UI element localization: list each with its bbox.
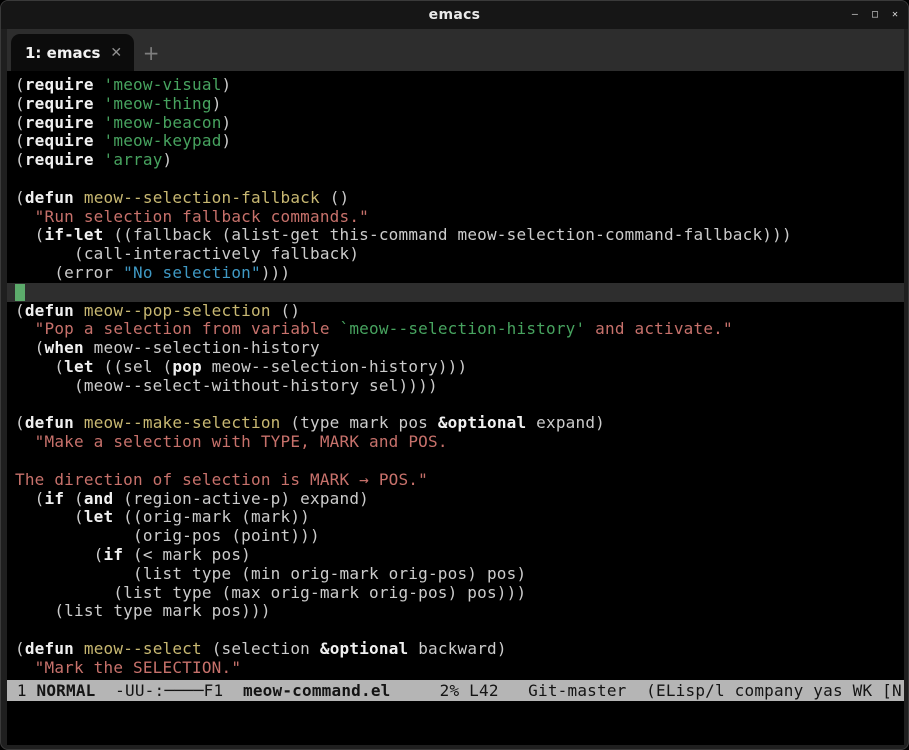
code-line: (orig-pos (point))) — [7, 527, 904, 546]
window-inner: 1: emacs ✕ + (require 'meow-visual)(requ… — [7, 29, 904, 745]
code-line: "Mark the SELECTION." — [7, 659, 904, 678]
new-tab-button[interactable]: + — [134, 34, 168, 71]
minimize-icon[interactable]: – — [852, 10, 858, 20]
code-line: (require 'meow-visual) — [7, 76, 904, 95]
code-line: (defun meow--select (selection &optional… — [7, 640, 904, 659]
code-line: The direction of selection is MARK → POS… — [7, 471, 904, 490]
code-line: "Pop a selection from variable `meow--se… — [7, 320, 904, 339]
code-line: (when meow--selection-history — [7, 339, 904, 358]
close-icon[interactable]: ✕ — [892, 10, 898, 20]
window-title: emacs — [429, 7, 481, 23]
code-line: (defun meow--pop-selection () — [7, 302, 904, 321]
code-line: (require 'meow-beacon) — [7, 114, 904, 133]
code-line: (list type (min orig-mark orig-pos) pos) — [7, 565, 904, 584]
code-line: (let ((sel (pop meow--selection-history)… — [7, 358, 904, 377]
code-line — [7, 452, 904, 471]
code-line: (let ((orig-mark (mark)) — [7, 508, 904, 527]
code-line: (error "No selection"))) — [7, 264, 904, 283]
code-line: (require 'array) — [7, 151, 904, 170]
code-line — [7, 396, 904, 415]
code-line: (if (< mark pos) — [7, 546, 904, 565]
titlebar[interactable]: emacs – □ ✕ — [1, 1, 908, 29]
code-line: "Run selection fallback commands." — [7, 208, 904, 227]
text-cursor — [15, 284, 25, 301]
code-line: (list type mark pos))) — [7, 602, 904, 621]
maximize-icon[interactable]: □ — [872, 10, 878, 20]
code-line: (defun meow--selection-fallback () — [7, 189, 904, 208]
code-line — [7, 621, 904, 640]
tab-close-icon[interactable]: ✕ — [110, 45, 122, 61]
code-line: (if-let ((fallback (alist-get this-comma… — [7, 226, 904, 245]
cursor-line — [7, 283, 904, 302]
code-line: (meow--select-without-history sel)))) — [7, 377, 904, 396]
code-line: "Make a selection with TYPE, MARK and PO… — [7, 433, 904, 452]
modeline[interactable]: 1 NORMAL -UU-:────F1 meow-command.el 2% … — [7, 680, 904, 701]
code-line: (require 'meow-thing) — [7, 95, 904, 114]
code-line: (if (and (region-active-p) expand) — [7, 490, 904, 509]
window-controls: – □ ✕ — [852, 1, 898, 29]
tab-label: 1: emacs — [25, 44, 100, 62]
tab-emacs[interactable]: 1: emacs ✕ — [11, 34, 134, 71]
tab-bar: 1: emacs ✕ + — [7, 29, 904, 71]
emacs-window: emacs – □ ✕ 1: emacs ✕ + (require 'meow-… — [0, 0, 909, 750]
code-line: (list type (max orig-mark orig-pos) pos)… — [7, 584, 904, 603]
code-line — [7, 170, 904, 189]
emacs-frame: (require 'meow-visual)(require 'meow-thi… — [7, 71, 904, 745]
minibuffer[interactable] — [7, 701, 904, 745]
code-line: (require 'meow-keypad) — [7, 132, 904, 151]
code-line: (defun meow--make-selection (type mark p… — [7, 414, 904, 433]
buffer[interactable]: (require 'meow-visual)(require 'meow-thi… — [7, 71, 904, 680]
code-line: (call-interactively fallback) — [7, 245, 904, 264]
